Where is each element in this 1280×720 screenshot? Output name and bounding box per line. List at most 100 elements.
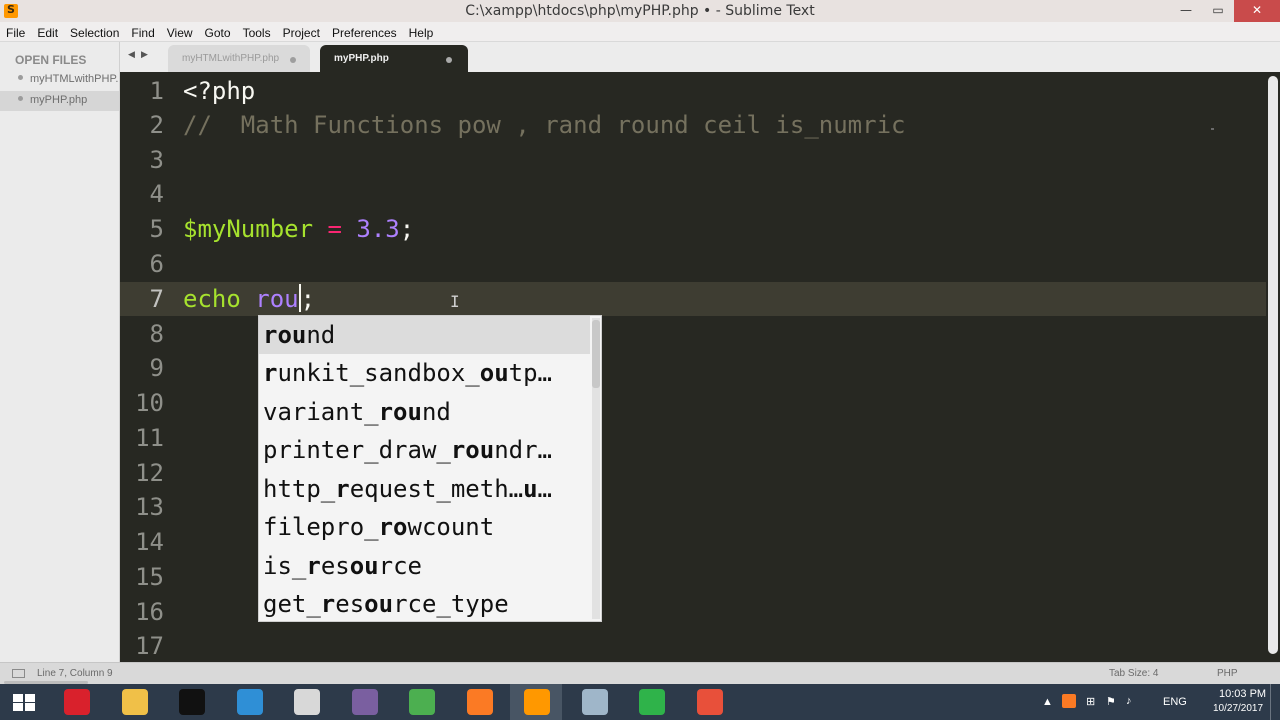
- autocomplete-item[interactable]: http_request_meth…u…: [259, 470, 590, 508]
- tab-label: myPHP.php: [334, 53, 389, 64]
- window-title: C:\xampp\htdocs\php\myPHP.php • - Sublim…: [465, 3, 815, 19]
- minimize-button[interactable]: —: [1170, 0, 1202, 22]
- menu-selection[interactable]: Selection: [64, 24, 125, 40]
- autocomplete-item[interactable]: filepro_rowcount: [259, 508, 590, 546]
- minimap-mark: [1211, 128, 1214, 130]
- language-indicator[interactable]: ENG: [1163, 696, 1187, 708]
- clock-time[interactable]: 10:03 PM: [1219, 688, 1266, 700]
- line-number: 6: [149, 250, 164, 278]
- tab-myhtmlwithphp[interactable]: myHTMLwithPHP.php: [168, 45, 310, 72]
- tab-modified-dot-icon[interactable]: [290, 57, 296, 63]
- taskbar-app-button[interactable]: [568, 684, 620, 720]
- autocomplete-item[interactable]: is_resource: [259, 547, 590, 585]
- camtasia-red-icon: [697, 689, 723, 715]
- match-rest: ndr…: [494, 436, 552, 464]
- autocomplete-item[interactable]: round: [259, 316, 590, 354]
- autocomplete-item[interactable]: runkit_sandbox_outp…: [259, 354, 590, 392]
- clock-date[interactable]: 10/27/2017: [1213, 703, 1263, 714]
- taskbar-app-button[interactable]: [683, 684, 735, 720]
- menu-file[interactable]: File: [0, 24, 31, 40]
- taskbar-app-button[interactable]: [223, 684, 275, 720]
- show-desktop-button[interactable]: [1270, 684, 1275, 720]
- taskbar-app-button[interactable]: [510, 684, 562, 720]
- line-number: 13: [135, 493, 164, 521]
- menu-tools[interactable]: Tools: [237, 24, 277, 40]
- taskbar-app-button[interactable]: [50, 684, 102, 720]
- tab-size-selector[interactable]: Tab Size: 4: [1109, 668, 1158, 679]
- opera-icon: [64, 689, 90, 715]
- autocomplete-scrollbar[interactable]: [592, 318, 600, 619]
- menu-find[interactable]: Find: [125, 24, 160, 40]
- windows-taskbar: ▲ ⊞ ⚑ ♪ ENG 10:03 PM 10/27/2017: [0, 684, 1280, 720]
- start-button[interactable]: [0, 684, 52, 720]
- windows-logo-icon: [13, 694, 35, 711]
- volume-icon[interactable]: ♪: [1126, 695, 1132, 707]
- taskbar-app-button[interactable]: [165, 684, 217, 720]
- taskbar-app-button[interactable]: [625, 684, 677, 720]
- line-number: 2: [149, 111, 164, 139]
- sidebar-file-label: myHTMLwithPHP.php: [30, 73, 119, 85]
- xampp-tray-icon[interactable]: [1062, 694, 1076, 708]
- line-number: 1: [149, 77, 164, 105]
- chrome-icon: [409, 689, 435, 715]
- line-number: 7: [149, 285, 164, 313]
- match-highlight: ou: [349, 552, 379, 580]
- line-number: 17: [135, 632, 164, 660]
- taskbar-app-button[interactable]: [395, 684, 447, 720]
- match-highlight: r: [306, 552, 321, 580]
- tab-modified-dot-icon[interactable]: [446, 57, 452, 63]
- menu-view[interactable]: View: [161, 24, 199, 40]
- line-number: 8: [149, 320, 164, 348]
- autocomplete-item[interactable]: printer_draw_roundr…: [259, 431, 590, 469]
- taskbar-app-button[interactable]: [338, 684, 390, 720]
- code-line-5: $myNumber = 3.3;: [183, 212, 414, 246]
- code-line-1: <?php: [183, 77, 256, 105]
- semicolon-token: ;: [300, 285, 316, 313]
- tab-scroll-left-icon[interactable]: ◀: [128, 50, 135, 60]
- autocomplete-item[interactable]: variant_round: [259, 393, 590, 431]
- match-highlight: ou: [479, 359, 509, 387]
- sidebar-file-myphp[interactable]: myPHP.php: [0, 91, 119, 111]
- vertical-scrollbar[interactable]: [1266, 72, 1280, 662]
- line-number: 16: [135, 598, 164, 626]
- light-bulb-app-icon: [179, 689, 205, 715]
- line-number: 12: [135, 459, 164, 487]
- sidebar-file-myhtmlwithphp[interactable]: myHTMLwithPHP.php: [0, 70, 119, 90]
- menu-project[interactable]: Project: [277, 24, 326, 40]
- flag-icon[interactable]: ⚑: [1106, 695, 1116, 708]
- code-line-2-comment: // Math Functions pow , rand round ceil …: [183, 111, 906, 139]
- tab-myphp[interactable]: myPHP.php: [320, 45, 468, 72]
- scrollbar-thumb[interactable]: [1268, 76, 1278, 654]
- menu-goto[interactable]: Goto: [199, 24, 237, 40]
- match-rest: rce_type: [393, 590, 509, 618]
- modified-dot-icon: [18, 96, 23, 101]
- file-explorer-icon: [122, 689, 148, 715]
- taskbar-app-button[interactable]: [280, 684, 332, 720]
- match-highlight: u: [523, 475, 538, 503]
- close-button[interactable]: ✕: [1234, 0, 1280, 22]
- menu-edit[interactable]: Edit: [31, 24, 64, 40]
- sidebar-file-label: myPHP.php: [30, 94, 88, 106]
- xampp-icon: [467, 689, 493, 715]
- match-highlight: r: [263, 359, 278, 387]
- taskbar-app-button[interactable]: [108, 684, 160, 720]
- paint-app-icon: [294, 689, 320, 715]
- line-number: 11: [135, 424, 164, 452]
- syntax-selector[interactable]: PHP: [1217, 668, 1238, 679]
- match-highlight: rou: [263, 321, 307, 349]
- panel-toggle-icon[interactable]: [12, 669, 25, 678]
- menu-help[interactable]: Help: [403, 24, 440, 40]
- status-bar: Line 7, Column 9 Tab Size: 4 PHP: [0, 662, 1280, 685]
- tab-label: myHTMLwithPHP.php: [182, 53, 280, 64]
- taskbar-app-button[interactable]: [453, 684, 505, 720]
- tab-scroll-right-icon[interactable]: ▶: [141, 50, 148, 60]
- autocomplete-item[interactable]: get_resource_type: [259, 585, 590, 623]
- menu-preferences[interactable]: Preferences: [326, 24, 403, 40]
- match-rest: …: [537, 475, 552, 503]
- network-icon[interactable]: ⊞: [1086, 695, 1095, 708]
- show-hidden-icons-icon[interactable]: ▲: [1042, 696, 1053, 708]
- maximize-button[interactable]: ▭: [1202, 0, 1234, 22]
- autocomplete-scrollbar-thumb[interactable]: [592, 320, 600, 388]
- match-rest: nd: [421, 398, 451, 426]
- title-bar: C:\xampp\htdocs\php\myPHP.php • - Sublim…: [0, 0, 1280, 22]
